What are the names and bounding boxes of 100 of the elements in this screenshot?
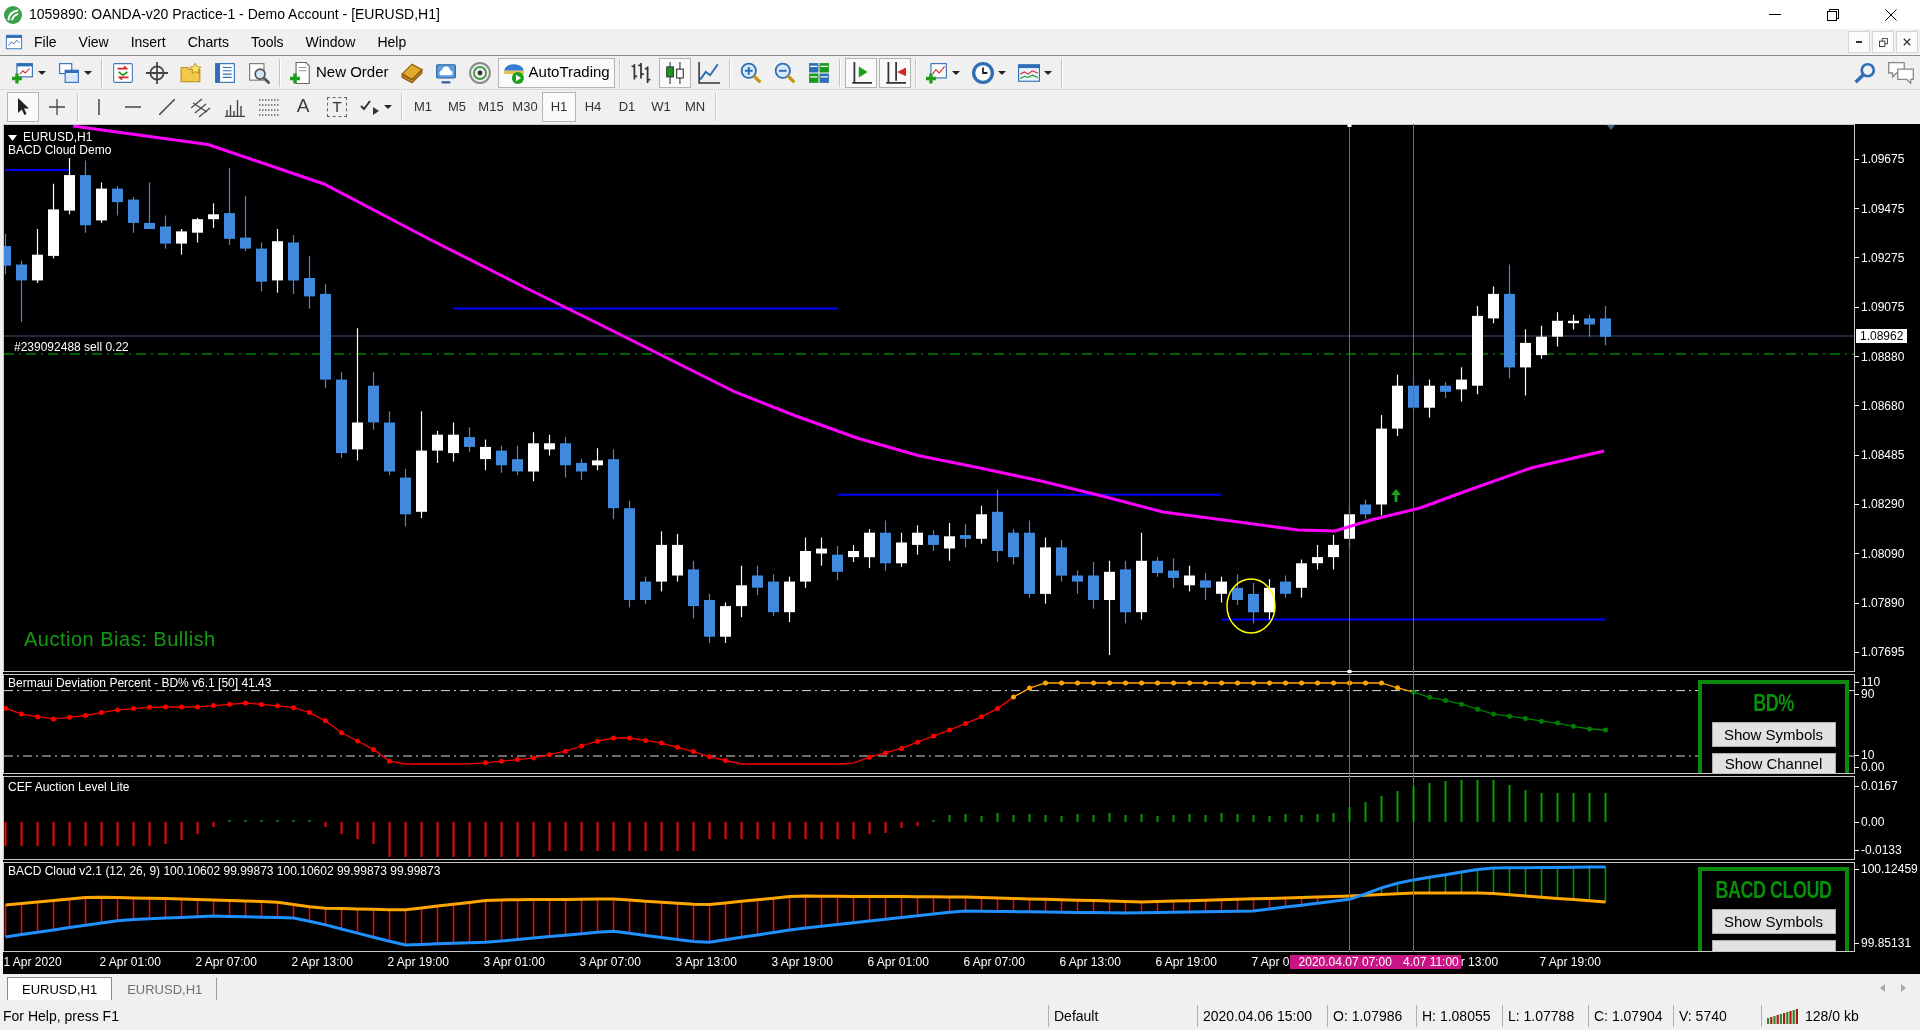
current-price-label: 1.08962 [1856,329,1908,343]
indicator-title: CEF Auction Level Lite [8,781,130,794]
candle [864,528,875,569]
candle [512,445,523,476]
candle [560,436,571,479]
candle [272,228,283,294]
line-play-icon [849,61,872,84]
minimize-button[interactable] [1848,31,1870,53]
menu-item[interactable]: File [23,32,68,52]
candle [928,529,939,552]
candlestick-button[interactable] [658,57,691,88]
zoom-in-icon [739,61,762,84]
price-label: 1.08680 [1855,398,1905,413]
candle [608,448,619,520]
time-label: 7 Apr 0 [1251,955,1290,969]
timeframe-button[interactable]: M5 [440,91,474,122]
candle [1120,560,1131,624]
status-text: For Help, press F1 [3,1007,119,1026]
new-order-button[interactable]: New Order [285,57,394,88]
candle [672,533,683,583]
candle [1280,574,1291,599]
rings-icon [468,61,491,84]
folder-star-icon [180,61,202,84]
menu-item[interactable]: Tools [239,32,295,52]
timeframe-button[interactable]: M1 [406,91,440,122]
timeframe-button[interactable]: H1 [542,91,576,122]
close-button[interactable] [1896,31,1918,53]
panel-button[interactable]: Show Symbols [1711,909,1836,934]
symbol-label: EURUSD,H1 [23,131,93,144]
panel-button[interactable]: Show Channel [1711,753,1836,773]
timeframe-button[interactable]: MN [678,91,712,122]
chart-shift-button[interactable] [878,57,911,88]
timeframe-button[interactable]: W1 [644,91,678,122]
candle [1456,366,1467,403]
panel-button[interactable]: Show Symbols [1711,722,1836,747]
menu-item[interactable]: Insert [119,32,177,52]
candle [1232,573,1243,606]
close-icon [1885,8,1897,21]
time-label: 6 Apr 19:00 [1155,955,1217,969]
profile-text: Default [1054,1007,1099,1026]
candle [400,468,411,528]
axis-label: 0.00 [1855,760,1885,774]
candle [368,371,379,431]
time-label: r 13:00 [1460,955,1499,969]
candle [1584,314,1595,338]
cursor-button[interactable] [7,91,39,122]
chart-window-icon [1017,61,1040,84]
menu-item[interactable]: View [67,32,120,52]
timeframe-button[interactable]: M15 [474,91,508,122]
candle [960,523,971,548]
candle [688,560,699,619]
triangle-marker-icon [1607,125,1615,130]
time-label: 1 Apr 2020 [3,955,62,969]
chart-tab[interactable]: EURUSD,H1 [7,977,113,1000]
autoscroll-button[interactable] [844,57,877,88]
time-label: 2 Apr 01:00 [99,955,161,969]
label-tool-button[interactable]: T [321,91,353,122]
right-triangle-icon [1901,984,1906,992]
restore-button[interactable] [1872,31,1894,53]
text-tool-button[interactable]: A [287,91,319,122]
zoom-out-icon [773,61,796,84]
chat-icon [1888,61,1914,84]
timeframe-button[interactable]: D1 [610,91,644,122]
candle [752,565,763,596]
candle [1264,578,1275,621]
candle [912,524,923,556]
time-label: 3 Apr 19:00 [771,955,833,969]
menu-item[interactable]: Window [294,32,367,52]
candle [544,434,555,457]
candle [720,601,731,644]
chart-window-icon [5,33,23,51]
chart-tab[interactable]: EURUSD,H1 [112,977,218,1000]
caret-icon [951,70,960,75]
candle [1152,556,1163,578]
axis-label: 0.00 [1855,815,1885,829]
timeframe-button[interactable]: M30 [508,91,542,122]
candle [1360,499,1371,520]
candle [496,445,507,474]
caret-icon [997,70,1006,75]
candle [1008,528,1019,566]
caret-icon [8,134,17,141]
price-label: 1.09275 [1855,250,1905,265]
candle [288,234,299,295]
candle [1552,311,1563,348]
price-label: 1.08880 [1855,349,1905,364]
candle [96,181,107,224]
windows-icon [58,61,80,84]
play-badge-icon [502,61,525,84]
autotrading-button[interactable]: AutoTrading [497,57,615,88]
caret-icon [84,70,92,75]
menu-item[interactable]: Help [366,32,418,52]
caret-icon [1043,70,1052,75]
low-price-text: L: 1.07788 [1508,1007,1575,1026]
candle [144,181,155,230]
menu-item[interactable]: Charts [176,32,240,52]
window-title: 1059890: OANDA-v20 Practice-1 - Demo Account - [EURUSD,H1] [29,5,440,24]
candle [880,519,891,572]
timeframe-button[interactable]: H4 [576,91,610,122]
candle [1392,374,1403,437]
app-logo-icon [4,5,22,24]
